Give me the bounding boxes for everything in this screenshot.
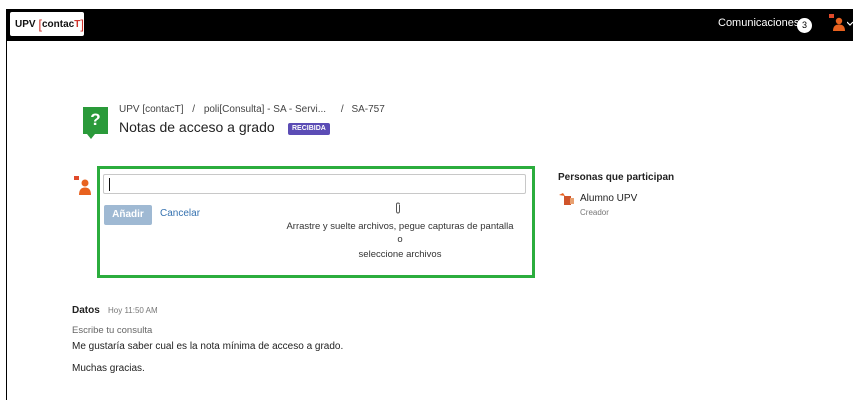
breadcrumb-service-desk[interactable]: UPV [contacT]: [119, 104, 183, 115]
question-request-icon: ?: [83, 107, 108, 139]
logo-name: contac: [41, 18, 75, 30]
request-title: Notas de acceso a grado: [119, 119, 275, 135]
select-files-link[interactable]: seleccione archivos: [270, 249, 530, 262]
drop-or: o: [397, 233, 403, 245]
breadcrumb-separator: /: [192, 104, 196, 115]
details-author: Datos: [72, 305, 100, 316]
logo-prefix: UPV: [15, 18, 36, 30]
user-avatar-icon[interactable]: [829, 14, 845, 37]
breadcrumb-issue-key[interactable]: SA-757: [351, 104, 384, 115]
breadcrumb-separator: /: [340, 104, 344, 115]
paperclip-icon[interactable]: [394, 202, 402, 214]
cancel-button[interactable]: Cancelar: [160, 208, 200, 219]
commenter-avatar-icon: [74, 176, 92, 201]
comment-input[interactable]: [103, 174, 526, 194]
question-text: Me gustaría saber cual es la nota mínima…: [72, 341, 344, 352]
add-comment-button[interactable]: Añadir: [104, 205, 152, 225]
logo-bracket-close: ]: [80, 16, 84, 32]
upv-contact-logo[interactable]: UPV [contac T]: [10, 12, 84, 36]
participants-heading: Personas que participan: [558, 172, 675, 183]
details-timestamp: Hoy 11:50 AM: [108, 306, 158, 315]
communications-count-badge[interactable]: 3: [797, 18, 812, 33]
breadcrumb: UPV [contacT] / poli[Consulta] - SA - Se…: [119, 104, 385, 115]
text-cursor: [109, 178, 110, 191]
breadcrumb-request-type[interactable]: poli[Consulta] - SA - Servi...: [204, 104, 326, 115]
participant-name[interactable]: Alumno UPV: [580, 193, 637, 204]
question-field-label: Escribe tu consulta: [72, 325, 153, 336]
communications-link[interactable]: Comunicaciones: [718, 17, 799, 29]
participant-role: Creador: [580, 208, 609, 217]
participant-avatar-icon: [559, 193, 574, 205]
chevron-down-icon[interactable]: [847, 21, 853, 27]
status-badge: RECIBIDA: [288, 123, 330, 135]
attachment-drop-zone[interactable]: Arrastre y suelte archivos, pegue captur…: [270, 221, 530, 262]
question-text-closing: Muchas gracias.: [72, 363, 145, 374]
drop-instructions: Arrastre y suelte archivos, pegue captur…: [286, 221, 514, 232]
frame-border: [6, 41, 7, 400]
